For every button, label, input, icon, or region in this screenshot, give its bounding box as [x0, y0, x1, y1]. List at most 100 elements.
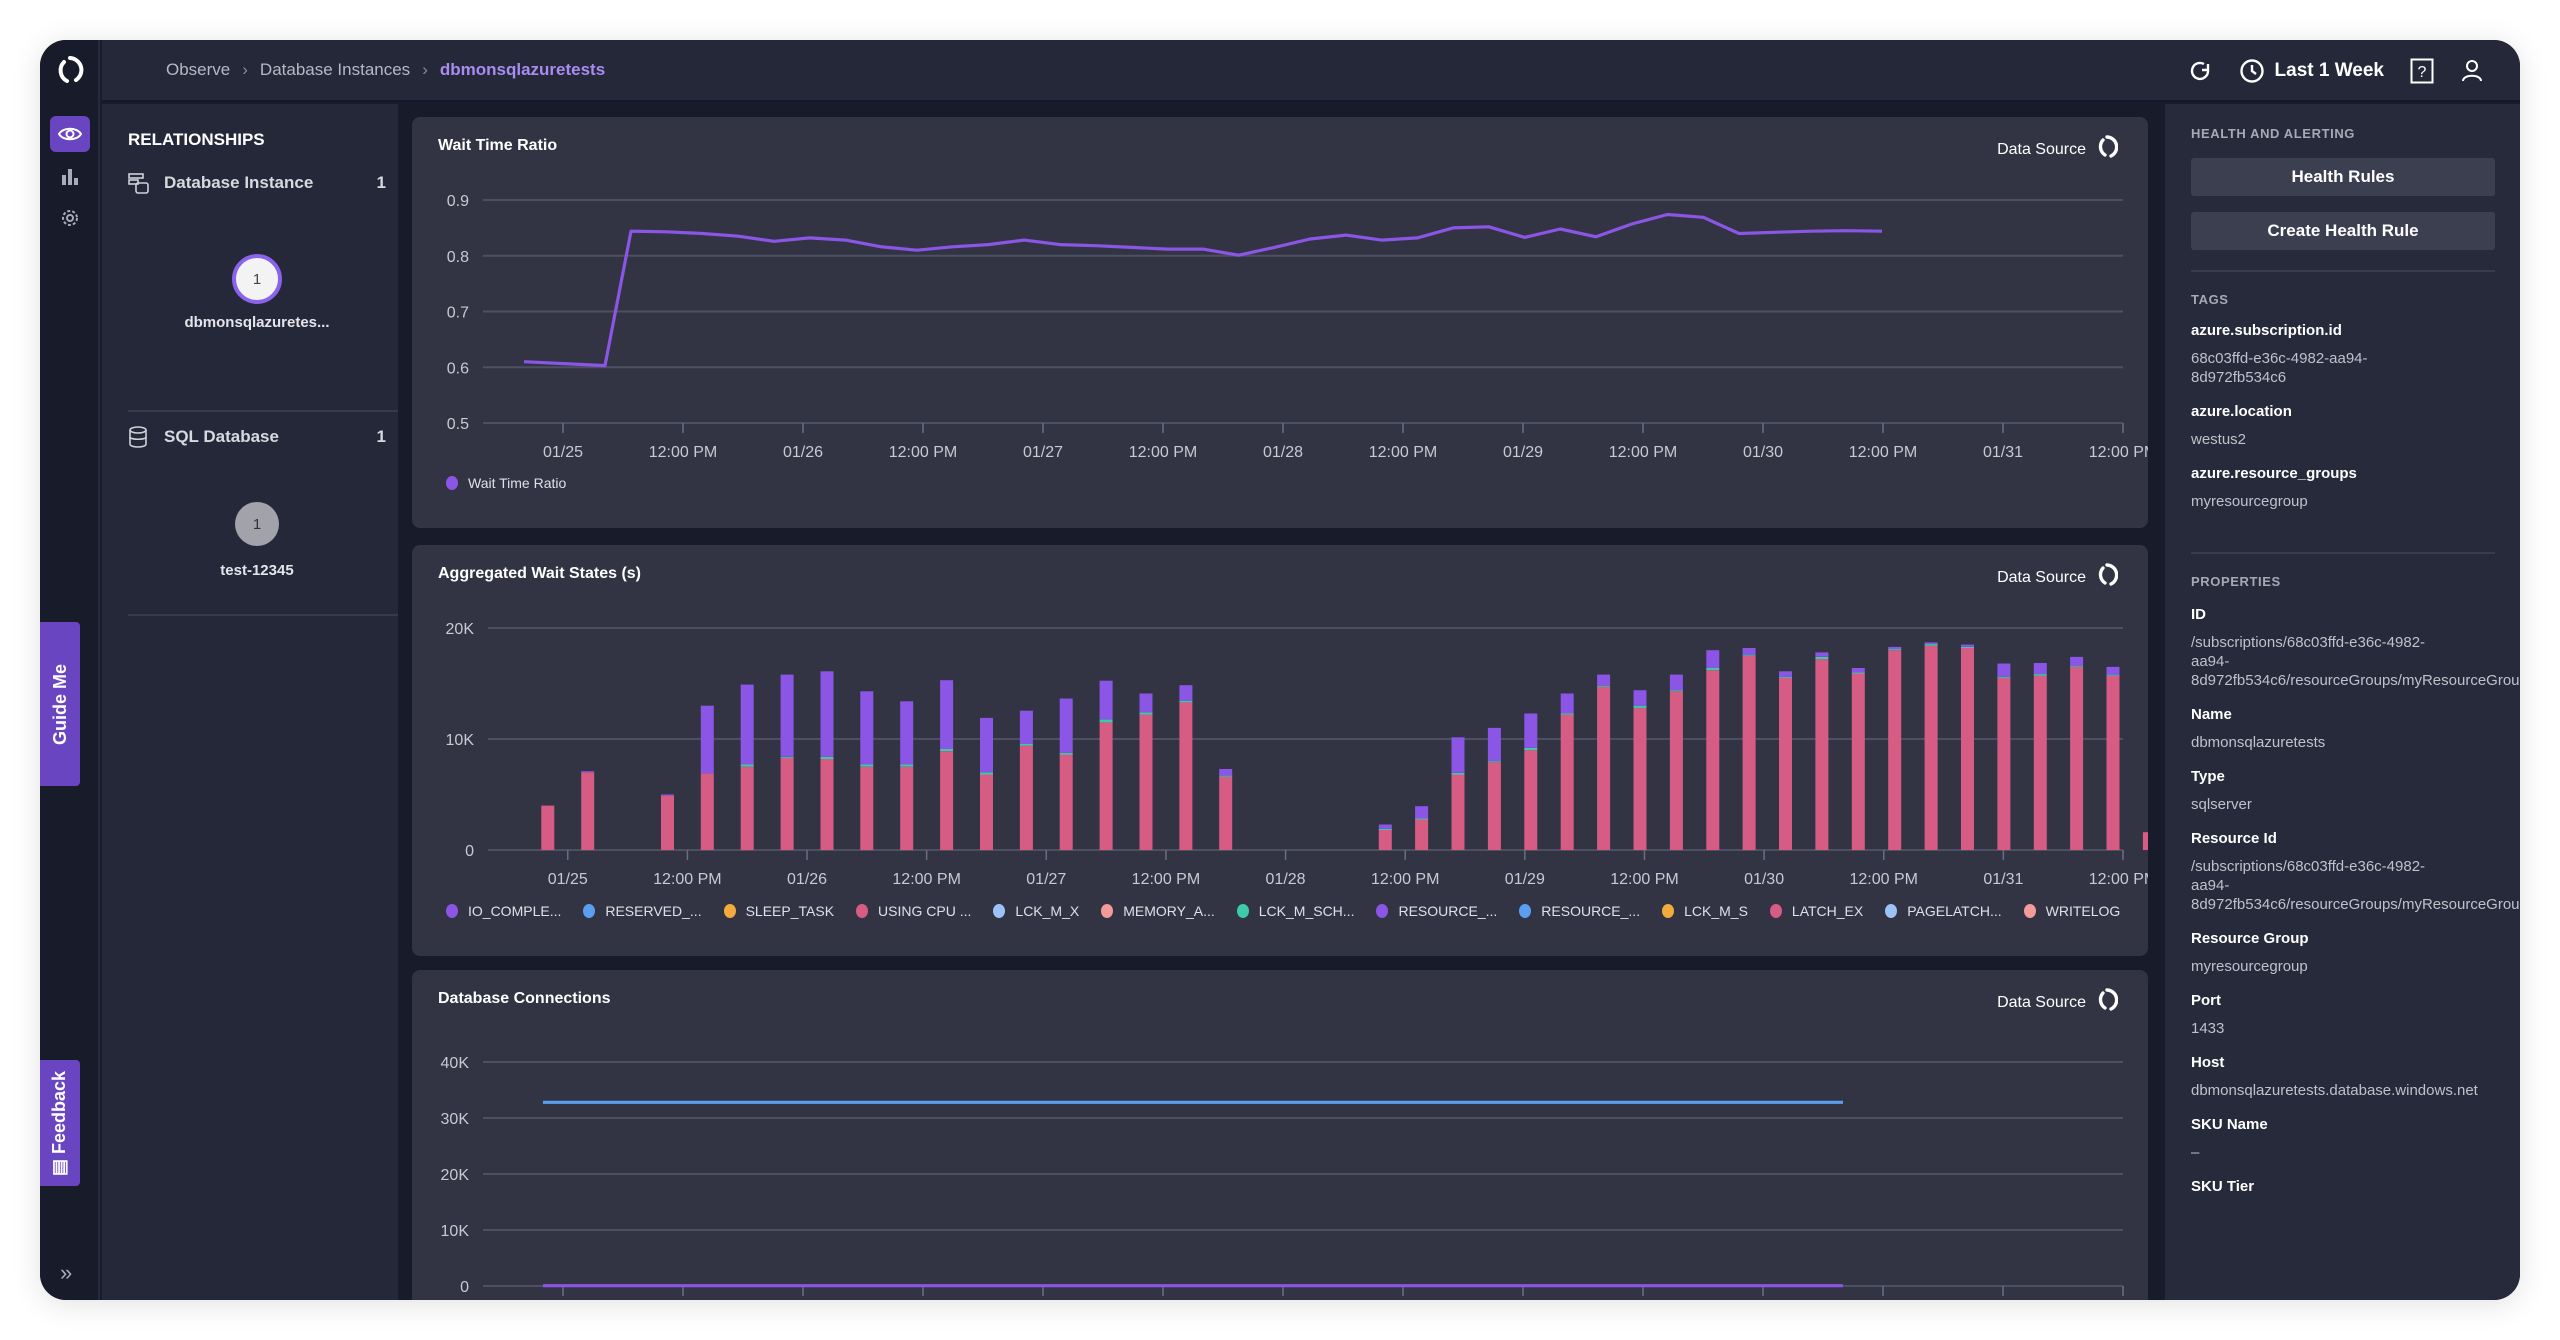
feedback-tab[interactable]: ▤ Feedback — [40, 1060, 80, 1186]
relationship-header[interactable]: SQL Database 1 — [128, 422, 386, 452]
kv-value: dbmonsqlazuretests.database.windows.net — [2191, 1082, 2478, 1099]
bar-segment-lck-m-sch — [1099, 719, 1113, 723]
guide-me-tab[interactable]: Guide Me — [40, 622, 80, 786]
kv-key: Host — [2191, 1054, 2225, 1071]
legend-item[interactable]: LCK_M_SCH... — [1236, 903, 1354, 919]
create-health-rule-button[interactable]: Create Health Rule — [2191, 212, 2495, 250]
legend-item[interactable]: LCK_M_S — [1662, 903, 1748, 919]
bar-segment-lck-m-sch — [1706, 668, 1720, 671]
tags-section-title: TAGS — [2191, 292, 2229, 307]
bar-segment-lck-m-sch — [2106, 674, 2120, 676]
bar-segment-using-cpu — [2070, 666, 2084, 850]
legend-label: RESERVED_... — [605, 903, 702, 919]
x-tick-label: 01/25 — [543, 444, 583, 461]
bar-segment-io-comple — [1633, 690, 1647, 706]
x-tick-label: 01/28 — [1266, 871, 1306, 888]
y-tick-label: 0.9 — [447, 193, 469, 210]
bar-segment-using-cpu — [1669, 691, 1683, 850]
bar-segment-lck-m-sch — [2070, 665, 2084, 667]
legend-item[interactable]: RESOURCE_... — [1376, 903, 1497, 919]
relationship-count: 1 — [376, 173, 386, 192]
kv-item: azure.subscription.id 68c03ffd-e36c-4982-… — [2191, 322, 2520, 387]
x-tick-label: 01/30 — [1743, 444, 1783, 461]
eye-icon — [58, 127, 82, 141]
legend-item[interactable]: MEMORY_A... — [1101, 903, 1215, 919]
kv-item: SKU Tier — [2191, 1178, 2520, 1195]
charts-column: Wait Time Ratio Data Source 0.5 0.6 0.7 0.8… — [412, 104, 2162, 1300]
rail-observe-button[interactable] — [50, 116, 90, 152]
legend-label: LATCH_EX — [1791, 903, 1864, 919]
properties-section-title: PROPERTIES — [2191, 574, 2281, 589]
legend-dot — [856, 904, 869, 918]
bar-segment-lck-m-sch — [1487, 761, 1501, 763]
bar-segment-lck-m-sch — [1888, 649, 1902, 651]
time-range-picker[interactable]: Last 1 Week — [2239, 58, 2384, 84]
kv-value: myresourcegroup — [2191, 958, 2308, 975]
legend-item[interactable]: LCK_M_X — [993, 903, 1079, 919]
legend-dot — [723, 904, 736, 918]
bar-segment-using-cpu — [860, 766, 874, 851]
breadcrumb-observe[interactable]: Observe — [166, 60, 230, 80]
bar-segment-io-comple — [1451, 737, 1465, 773]
double-chevron-right-icon[interactable]: » — [60, 1260, 72, 1286]
bar-segment-lck-m-sch — [820, 756, 834, 759]
chevron-right-icon: › — [422, 60, 428, 79]
relationship-node[interactable]: 1 test-12345 — [128, 502, 386, 579]
bar-segment-using-cpu — [1815, 659, 1829, 850]
relationship-header[interactable]: Database Instance 1 — [128, 168, 386, 198]
relationship-label: Database Instance — [164, 173, 314, 192]
bar-segment-lck-m-sch — [2033, 674, 2047, 676]
clock-icon — [2239, 59, 2264, 83]
refresh-icon[interactable] — [2187, 58, 2213, 84]
chart-legend: IO_COMPLE... RESERVED_... SLEEP_TASK USING … — [446, 903, 2142, 919]
bar-segment-lck-m-sch — [900, 764, 914, 767]
bar-segment-using-cpu — [1997, 677, 2011, 850]
health-rules-button[interactable]: Health Rules — [2191, 158, 2495, 196]
svg-text:?: ? — [2418, 64, 2427, 81]
legend-item[interactable]: IO_COMPLE... — [446, 903, 561, 919]
bar-segment-lck-m-sch — [740, 764, 754, 767]
legend-item[interactable]: SLEEP_TASK — [723, 903, 834, 919]
x-tick-label: 01/29 — [1505, 871, 1545, 888]
legend-label: RESOURCE_... — [1541, 903, 1641, 919]
kv-key: SKU Tier — [2191, 1178, 2255, 1195]
kv-key: Name — [2191, 706, 2232, 723]
relationship-node-selected[interactable]: 1 dbmonsqlazuretes... — [128, 254, 386, 331]
x-tick-label: 12:00 PM — [1369, 444, 1437, 461]
x-tick-label: 01/29 — [1503, 444, 1543, 461]
legend-item[interactable]: RESERVED_... — [583, 903, 702, 919]
breadcrumb-database-instances[interactable]: Database Instances — [260, 60, 410, 80]
legend-item[interactable]: RESOURCE_... — [1519, 903, 1640, 919]
database-connections-chart: 010K20K30K40K01/2512:00 PM01/2612:00 PM0… — [441, 1055, 2124, 1296]
relationship-group-database-instance: Database Instance 1 — [128, 168, 386, 198]
bar-segment-io-comple — [2033, 663, 2047, 675]
bar-segment-io-comple — [1597, 674, 1611, 686]
x-tick-label: 01/31 — [1983, 871, 2023, 888]
legend-dot — [1769, 904, 1782, 918]
kv-key: ID — [2191, 606, 2206, 623]
user-icon[interactable] — [2460, 58, 2484, 84]
legend-item[interactable]: Wait Time Ratio — [446, 475, 566, 491]
bar-segment-using-cpu — [820, 759, 834, 850]
legend-item[interactable]: WRITELOG — [2023, 903, 2120, 919]
database-icon — [128, 426, 154, 448]
legend-dot — [1376, 904, 1389, 918]
legend-item[interactable]: PAGELATCH... — [1885, 903, 2002, 919]
bar-segment-using-cpu — [940, 751, 954, 850]
appd-logo-icon[interactable] — [54, 54, 86, 86]
help-icon[interactable]: ? — [2410, 58, 2434, 84]
legend-item[interactable]: LATCH_EX — [1769, 903, 1864, 919]
y-tick-label: 20K — [441, 1167, 470, 1184]
legend-dot — [583, 904, 596, 918]
bar-segment-using-cpu — [1059, 754, 1073, 850]
legend-item[interactable]: USING CPU ... — [856, 903, 971, 919]
bar-segment-io-comple — [1487, 727, 1501, 762]
x-tick-label: 01/31 — [1983, 444, 2023, 461]
x-tick-label: 12:00 PM — [892, 871, 960, 888]
rail-settings-button[interactable] — [50, 200, 90, 236]
x-tick-label: 12:00 PM — [1609, 444, 1677, 461]
section-divider — [2191, 270, 2495, 272]
rail-analytics-button[interactable] — [50, 158, 90, 194]
kv-value: /subscriptions/68c03ffd-e36c-4982- aa94-… — [2191, 634, 2520, 689]
wait-time-ratio-chart: 0.5 0.6 0.7 0.8 0.9 01/25 12:00 PM 01/26 12:00 P… — [447, 193, 2148, 461]
